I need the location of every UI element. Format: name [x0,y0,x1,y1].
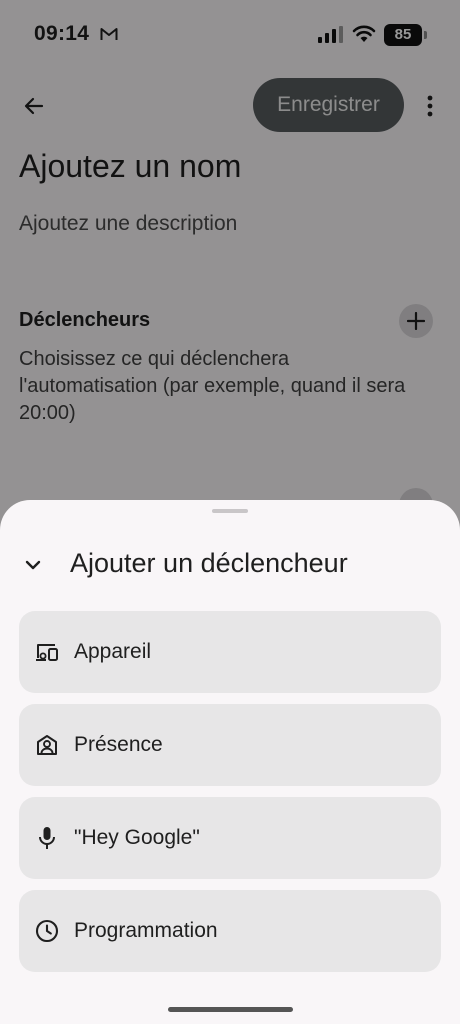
collapse-sheet-button[interactable] [20,552,46,578]
add-trigger-sheet: Ajouter un déclencheur Appareil Présence [0,500,460,1024]
drag-handle[interactable] [212,509,248,513]
trigger-option-schedule[interactable]: Programmation [19,890,441,972]
microphone-icon [34,825,60,851]
clock-icon [34,918,60,944]
device-icon [34,639,60,665]
chevron-down-icon [25,560,41,570]
trigger-option-hey-google[interactable]: "Hey Google" [19,797,441,879]
option-label: Appareil [74,640,152,663]
trigger-option-device[interactable]: Appareil [19,611,441,693]
sheet-title: Ajouter un déclencheur [70,548,348,578]
option-label: Présence [74,733,163,756]
option-label: "Hey Google" [74,826,200,849]
presence-icon [34,732,60,758]
home-indicator[interactable] [168,1007,293,1012]
trigger-option-presence[interactable]: Présence [19,704,441,786]
option-label: Programmation [74,919,218,942]
